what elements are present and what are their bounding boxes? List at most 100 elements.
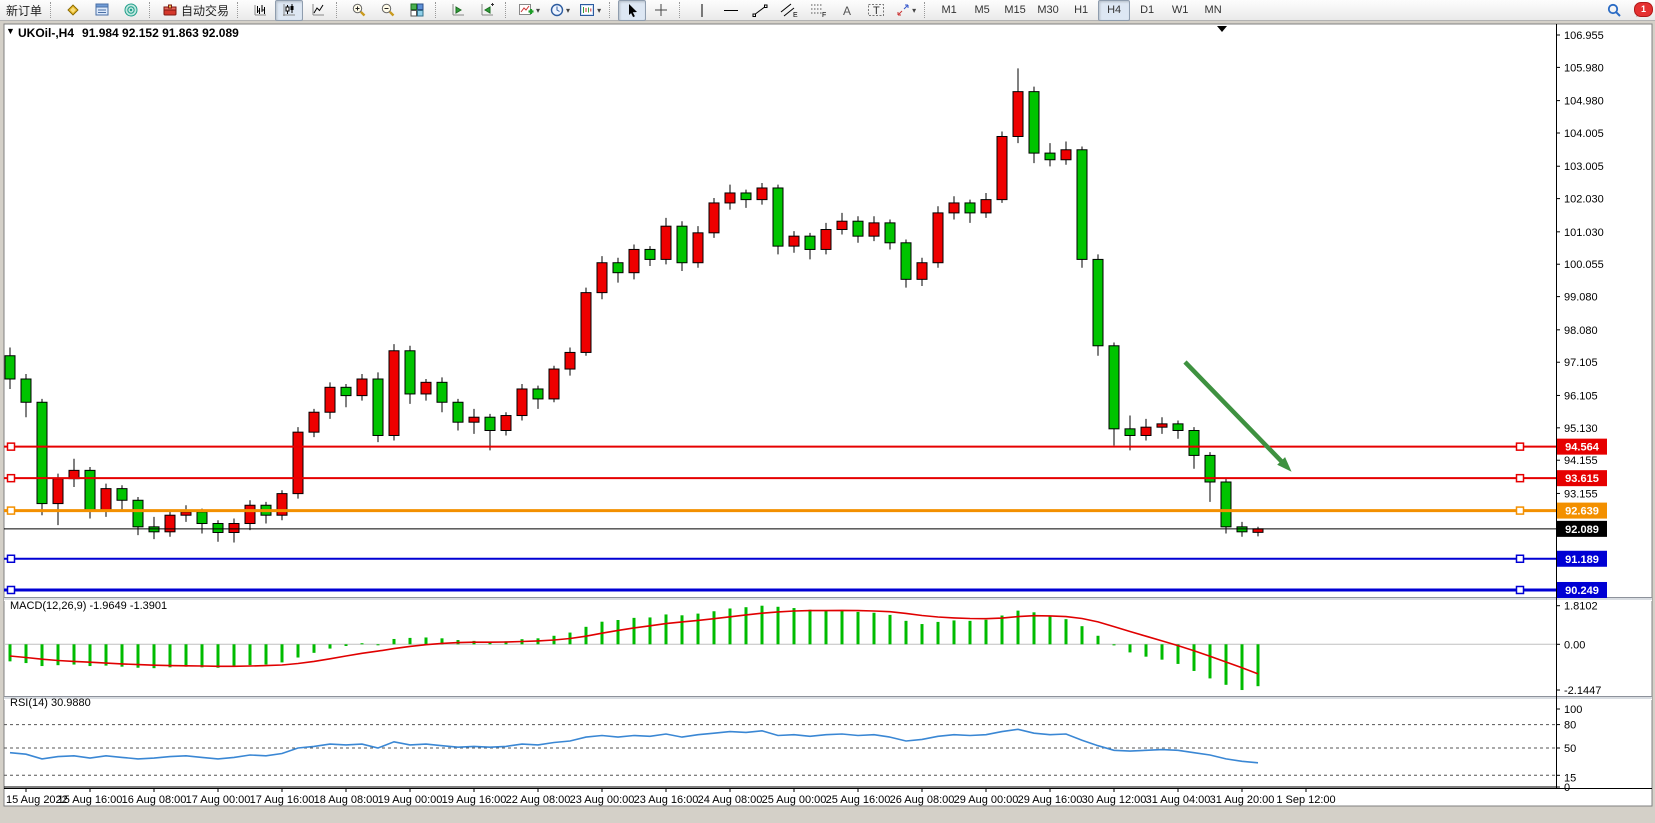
autotrading-icon bbox=[162, 2, 178, 18]
hline-handle[interactable] bbox=[8, 443, 15, 450]
zoom-out-icon bbox=[380, 2, 396, 18]
macd-histogram-bar bbox=[409, 638, 412, 644]
candle-body bbox=[325, 387, 335, 412]
market-watch-button[interactable] bbox=[59, 0, 87, 21]
price-marker-label: 91.189 bbox=[1565, 554, 1599, 566]
price-axis-label: 106.955 bbox=[1564, 30, 1604, 42]
candlestick-chart-button[interactable] bbox=[275, 0, 303, 21]
candle-body bbox=[549, 369, 559, 399]
dropdown-caret-icon[interactable]: ▾ bbox=[912, 6, 916, 15]
dropdown-caret-icon[interactable]: ▾ bbox=[536, 6, 540, 15]
timeframe-m1-button[interactable]: M1 bbox=[933, 0, 965, 21]
hline-handle[interactable] bbox=[8, 507, 15, 514]
hline-handle[interactable] bbox=[1517, 443, 1524, 450]
macd-histogram-bar bbox=[57, 644, 60, 665]
price-axis-label: 96.105 bbox=[1564, 390, 1598, 402]
candle-body bbox=[453, 402, 463, 422]
price-axis-label: 103.005 bbox=[1564, 161, 1604, 173]
equidistant-channel-button[interactable]: E bbox=[775, 0, 803, 21]
templates-button[interactable]: ▾ bbox=[575, 0, 605, 21]
timeframe-m5-button[interactable]: M5 bbox=[966, 0, 998, 21]
candle-body bbox=[597, 263, 607, 293]
timeframe-mn-button[interactable]: MN bbox=[1197, 0, 1229, 21]
candle-body bbox=[437, 382, 447, 402]
bar-chart-button[interactable] bbox=[246, 0, 274, 21]
macd-histogram-bar bbox=[1161, 644, 1164, 659]
navigator-button[interactable] bbox=[117, 0, 145, 21]
time-axis-label: 1 Sep 12:00 bbox=[1276, 794, 1335, 806]
price-axis-label: 97.105 bbox=[1564, 357, 1598, 369]
timeframe-h1-button[interactable]: H1 bbox=[1065, 0, 1097, 21]
autotrading-button[interactable]: 自动交易 bbox=[158, 0, 233, 21]
search-button[interactable] bbox=[1600, 0, 1628, 21]
fibonacci-icon: F bbox=[809, 2, 827, 18]
chart-canvas[interactable]: 94.56493.61592.63992.08991.18990.249106.… bbox=[0, 21, 1655, 818]
fibonacci-button[interactable]: F bbox=[804, 0, 832, 21]
zoom-in-button[interactable] bbox=[345, 0, 373, 21]
candle-body bbox=[773, 188, 783, 246]
candle-body bbox=[245, 505, 255, 523]
toolbar-separator bbox=[679, 2, 684, 18]
price-axis-label: 104.980 bbox=[1564, 96, 1604, 108]
horizontal-line-button[interactable] bbox=[717, 0, 745, 21]
arrows-button[interactable]: ▾ bbox=[891, 0, 920, 21]
tile-windows-button[interactable] bbox=[403, 0, 431, 21]
notifications-button[interactable]: 1 bbox=[1629, 1, 1653, 20]
timeframe-w1-button[interactable]: W1 bbox=[1164, 0, 1196, 21]
hline-handle[interactable] bbox=[1517, 586, 1524, 593]
macd-histogram-bar bbox=[233, 644, 236, 666]
hline-handle[interactable] bbox=[1517, 507, 1524, 514]
hline-handle[interactable] bbox=[8, 586, 15, 593]
dropdown-caret-icon[interactable]: ▾ bbox=[566, 6, 570, 15]
toolbar-separator bbox=[609, 2, 614, 18]
chart-shift-button[interactable] bbox=[473, 0, 501, 21]
timeframe-d1-button[interactable]: D1 bbox=[1131, 0, 1163, 21]
zoom-out-button[interactable] bbox=[374, 0, 402, 21]
one-click-trading-collapse-icon[interactable]: ▼ bbox=[6, 26, 15, 36]
crosshair-button[interactable] bbox=[647, 0, 675, 21]
timeframe-m15-button[interactable]: M15 bbox=[999, 0, 1031, 21]
hline-handle[interactable] bbox=[1517, 475, 1524, 482]
candle-body bbox=[229, 524, 239, 533]
vertical-line-button[interactable] bbox=[688, 0, 716, 21]
timeframe-h4-button[interactable]: H4 bbox=[1098, 0, 1130, 21]
candle-body bbox=[853, 221, 863, 236]
cursor-button[interactable] bbox=[618, 0, 646, 21]
macd-histogram-bar bbox=[361, 643, 364, 644]
line-chart-button[interactable] bbox=[304, 0, 332, 21]
text-button[interactable]: A bbox=[833, 0, 861, 21]
clock-icon bbox=[549, 2, 565, 18]
time-axis-label: 23 Aug 16:00 bbox=[634, 794, 699, 806]
candle-body bbox=[197, 512, 207, 524]
hline-handle[interactable] bbox=[8, 475, 15, 482]
price-axis-label: 104.005 bbox=[1564, 128, 1604, 140]
hline-handle[interactable] bbox=[8, 555, 15, 562]
macd-histogram-bar bbox=[169, 644, 172, 667]
auto-scroll-button[interactable] bbox=[444, 0, 472, 21]
candle-body bbox=[469, 417, 479, 422]
new-order-button[interactable]: 新订单 bbox=[2, 0, 46, 21]
hline-handle[interactable] bbox=[1517, 555, 1524, 562]
toolbar-separator bbox=[435, 2, 440, 18]
auto-scroll-icon bbox=[450, 2, 466, 18]
chart-window: 94.56493.61592.63992.08991.18990.249106.… bbox=[0, 21, 1655, 818]
time-axis-label: 18 Aug 08:00 bbox=[314, 794, 379, 806]
trendline-button[interactable] bbox=[746, 0, 774, 21]
indicators-button[interactable]: ▾ bbox=[514, 0, 544, 21]
dropdown-caret-icon[interactable]: ▾ bbox=[597, 6, 601, 15]
timeframe-m30-button[interactable]: M30 bbox=[1032, 0, 1064, 21]
price-marker-label: 90.249 bbox=[1565, 585, 1599, 597]
periods-button[interactable]: ▾ bbox=[545, 0, 574, 21]
macd-histogram-bar bbox=[377, 644, 380, 645]
text-label-button[interactable]: T bbox=[862, 0, 890, 21]
rsi-axis-label: 80 bbox=[1564, 720, 1576, 732]
candle-body bbox=[789, 236, 799, 246]
time-axis-label: 23 Aug 00:00 bbox=[570, 794, 635, 806]
data-window-button[interactable] bbox=[88, 0, 116, 21]
candle-body bbox=[869, 223, 879, 236]
candle-body bbox=[757, 188, 767, 200]
candle-body bbox=[629, 249, 639, 272]
time-axis-label: 31 Aug 04:00 bbox=[1146, 794, 1211, 806]
candle-body bbox=[101, 489, 111, 511]
time-axis-label: 22 Aug 08:00 bbox=[506, 794, 571, 806]
